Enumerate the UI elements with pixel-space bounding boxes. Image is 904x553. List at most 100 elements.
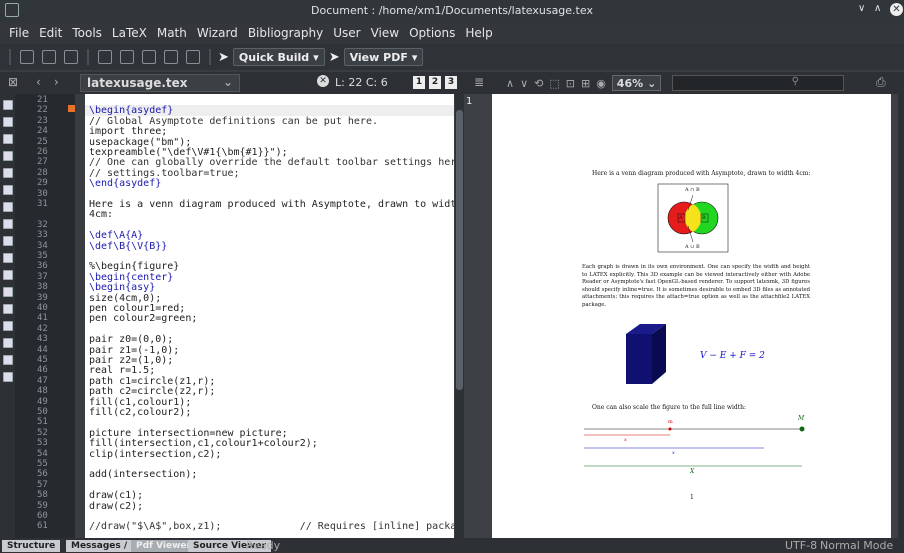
structure-icon[interactable] <box>3 100 13 110</box>
code-line[interactable]: fill(intersection,c1,colour1+colour2); <box>89 438 318 449</box>
code-line[interactable]: 4cm: <box>89 209 113 220</box>
code-line[interactable]: add(intersection); <box>89 469 197 480</box>
code-line[interactable]: draw(c2); <box>89 501 143 512</box>
tab-latexusage[interactable]: latexusage.tex ⌄ <box>80 74 240 92</box>
code-line[interactable]: // settings.toolbar=true; <box>89 168 240 179</box>
code-line[interactable]: picture intersection=new picture; <box>89 428 288 439</box>
new-file-icon[interactable] <box>20 50 34 64</box>
bookmark-1[interactable]: 1 <box>413 76 425 89</box>
menu-tools[interactable]: Tools <box>67 26 107 40</box>
code-line[interactable]: pen colour2=green; <box>89 313 197 324</box>
ref-icon[interactable] <box>3 117 13 127</box>
code-line[interactable]: // Global Asymptote definitions can be p… <box>89 116 378 127</box>
print-icon[interactable]: ⎙ <box>872 75 890 90</box>
menu-bibliography[interactable]: Bibliography <box>243 26 328 40</box>
align-left-icon[interactable] <box>3 219 13 229</box>
open-file-icon[interactable] <box>42 50 56 64</box>
code-line[interactable]: pen colour1=red; <box>89 303 185 314</box>
code-line[interactable]: \begin{center} <box>89 272 173 283</box>
magnifier-icon[interactable]: ◉ <box>596 77 606 90</box>
editor-scrollbar[interactable] <box>455 94 464 538</box>
structure-panel-button[interactable]: Structure <box>2 540 61 552</box>
align-center-icon[interactable] <box>3 236 13 246</box>
quick-build-button[interactable]: Quick Build ▾ <box>232 48 325 66</box>
save-icon[interactable] <box>64 50 78 64</box>
paste-icon[interactable] <box>186 50 200 64</box>
page-up-icon[interactable]: ∧ <box>506 77 514 90</box>
code-line[interactable]: size(4cm,0); <box>89 293 161 304</box>
code-line[interactable]: %\begin{figure} <box>89 261 179 272</box>
bookmark-3[interactable]: 3 <box>445 76 457 89</box>
newline-icon[interactable] <box>3 270 13 280</box>
pdf-page[interactable]: Here is a venn diagram produced with Asy… <box>492 94 891 538</box>
code-line[interactable]: Here is a venn diagram produced with Asy… <box>89 199 454 210</box>
math-icon[interactable] <box>3 287 13 297</box>
code-line[interactable]: draw(c1); <box>89 490 143 501</box>
code-line[interactable]: fill(c1,colour1); <box>89 397 191 408</box>
italic-icon[interactable] <box>3 185 13 195</box>
fold-marker[interactable] <box>68 105 75 112</box>
code-line[interactable]: //draw("$\A$",box,z1); // Requires [inli… <box>89 521 454 532</box>
sqrt-icon[interactable] <box>3 372 13 382</box>
zoom-select[interactable]: 46% ⌄ <box>611 75 662 91</box>
code-line[interactable]: // One can globally override the default… <box>89 157 454 168</box>
view-arrow-icon[interactable]: ➤ <box>329 50 340 65</box>
back-icon[interactable]: ‹ <box>32 75 45 89</box>
cut-icon[interactable] <box>164 50 178 64</box>
menu-wizard[interactable]: Wizard <box>192 26 243 40</box>
menu-file[interactable]: File <box>4 26 34 40</box>
fit-page-icon[interactable]: ⊡ <box>566 77 575 90</box>
code-line[interactable]: \begin{asy} <box>89 282 155 293</box>
code-line[interactable]: import three; <box>89 126 167 137</box>
superscript-icon[interactable] <box>3 321 13 331</box>
close-window-icon[interactable]: ✕ <box>890 3 903 16</box>
menu-latex[interactable]: LaTeX <box>107 26 152 40</box>
run-arrow-icon[interactable]: ➤ <box>218 50 229 65</box>
menu-user[interactable]: User <box>328 26 365 40</box>
code-line[interactable]: pair z0=(0,0); <box>89 334 173 345</box>
code-line[interactable]: \def\A{A} <box>89 230 143 241</box>
fit-width-icon[interactable]: ⬚ <box>549 77 559 90</box>
code-line[interactable]: clip(intersection,c2); <box>89 449 221 460</box>
code-line[interactable]: real r=1.5; <box>89 365 155 376</box>
matrix-icon[interactable] <box>3 355 13 365</box>
align-right-icon[interactable] <box>3 253 13 263</box>
redo-icon[interactable] <box>120 50 134 64</box>
maximize-icon[interactable]: ∧ <box>874 3 881 14</box>
list-icon[interactable]: ≣ <box>470 75 488 89</box>
code-line[interactable]: path c2=circle(z2,r); <box>89 386 215 397</box>
sync-icon[interactable]: ⟲ <box>534 77 543 90</box>
menu-edit[interactable]: Edit <box>34 26 67 40</box>
code-line[interactable]: pair z2=(1,0); <box>89 355 173 366</box>
image-icon[interactable] <box>3 134 13 144</box>
code-line[interactable]: \end{asydef} <box>89 178 161 189</box>
menu-options[interactable]: Options <box>404 26 460 40</box>
code-line[interactable]: texpreamble("\def\V#1{\bm{#1}}"); <box>89 147 288 158</box>
source-editor[interactable]: \begin{asydef}// Global Asymptote defini… <box>85 94 454 538</box>
pdf-search-input[interactable]: ⚲ <box>672 75 844 91</box>
emph-icon[interactable] <box>3 202 13 212</box>
subscript-icon[interactable] <box>3 304 13 314</box>
bookmark-2[interactable]: 2 <box>429 76 441 89</box>
pdf-scrollbar[interactable] <box>898 94 904 538</box>
fraction-icon[interactable] <box>3 338 13 348</box>
menu-help[interactable]: Help <box>460 26 497 40</box>
code-line[interactable]: path c1=circle(z1,r); <box>89 376 215 387</box>
code-line[interactable]: \begin{asydef} <box>89 105 173 116</box>
code-line[interactable]: \def\B{\V{B}} <box>89 241 167 252</box>
code-line[interactable]: pair z1=(-1,0); <box>89 345 179 356</box>
forward-icon[interactable]: › <box>50 75 63 89</box>
undo-icon[interactable] <box>98 50 112 64</box>
scrollbar-thumb[interactable] <box>456 110 463 390</box>
view-pdf-button[interactable]: View PDF ▾ <box>343 48 424 66</box>
code-line[interactable]: usepackage("bm"); <box>89 137 191 148</box>
tab-menu-icon[interactable]: ⊠ <box>4 75 22 89</box>
copy-icon[interactable] <box>142 50 156 64</box>
page-down-icon[interactable]: ∨ <box>520 77 528 90</box>
encoding-indicator[interactable]: UTF-8 <box>785 539 817 552</box>
grid-icon[interactable]: ⊞ <box>581 77 590 90</box>
menu-math[interactable]: Math <box>152 26 192 40</box>
edit-mode-indicator[interactable]: Normal Mode <box>820 539 893 552</box>
minimize-icon[interactable]: ∨ <box>858 3 865 14</box>
code-line[interactable]: fill(c2,colour2); <box>89 407 191 418</box>
